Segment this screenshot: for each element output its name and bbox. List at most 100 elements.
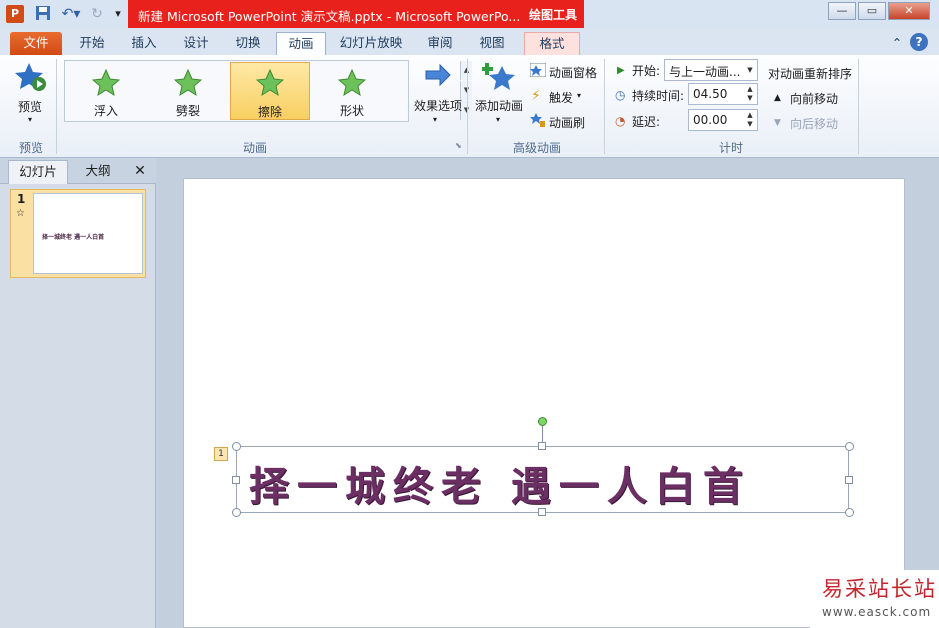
powerpoint-app-icon[interactable]: P xyxy=(6,5,24,23)
resize-handle-bottom-left[interactable] xyxy=(232,508,241,517)
trigger-dropdown-icon[interactable]: ▾ xyxy=(577,91,581,100)
delay-label: 延迟: xyxy=(632,115,661,129)
group-divider xyxy=(858,59,859,154)
animation-label: 擦除 xyxy=(257,105,282,119)
animation-label: 劈裂 xyxy=(175,104,200,118)
preview-button[interactable]: 预览 xyxy=(18,98,42,115)
tab-file[interactable]: 文件 xyxy=(10,32,62,55)
chevron-down-icon: ▼ xyxy=(747,66,753,74)
tab-design[interactable]: 设计 xyxy=(172,32,220,55)
delay-stepper[interactable]: 00.00 ▲ ▼ xyxy=(688,109,758,131)
maximize-button[interactable]: ▭ xyxy=(858,2,886,20)
add-animation-button[interactable]: 添加动画 xyxy=(475,97,523,114)
slide-canvas[interactable] xyxy=(183,178,905,628)
delay-icon: ◔ xyxy=(615,114,626,128)
stepper-up-icon[interactable]: ▲ xyxy=(745,85,755,94)
animation-wipe-selected[interactable]: 擦除 xyxy=(230,62,310,120)
group-label-animation: 动画 xyxy=(242,141,267,155)
group-label-advanced-animation: 高级动画 xyxy=(512,141,561,155)
animation-gallery: 浮入 劈裂 擦除 形状 ▲ ▼ ▼ xyxy=(64,60,472,122)
group-label-timing: 计时 xyxy=(718,141,743,155)
preview-dropdown-icon[interactable]: ▾ xyxy=(28,115,32,124)
animation-label: 浮入 xyxy=(93,104,118,118)
gallery-scroll-up-icon[interactable]: ▲ xyxy=(460,61,472,80)
redo-icon[interactable]: ↻ xyxy=(88,5,106,23)
preview-star-icon[interactable] xyxy=(14,61,48,93)
duration-label: 持续时间: xyxy=(632,89,685,103)
group-divider xyxy=(56,59,57,154)
triangle-up-icon: ▲ xyxy=(774,93,781,103)
help-icon[interactable]: ? xyxy=(910,33,928,51)
ribbon: 预览 ▾ 预览 浮入 劈裂 擦除 形状 ▲ ▼ ▼ 效果选项 ▾ 动画 ⬊ 添 xyxy=(0,55,939,158)
animation-order-tag[interactable]: 1 xyxy=(214,447,228,461)
tab-animations[interactable]: 动画 xyxy=(276,32,326,55)
move-later-button[interactable]: 向后移动 xyxy=(790,115,838,132)
resize-handle-right[interactable] xyxy=(845,476,853,484)
customize-qat-icon[interactable]: ▾ xyxy=(112,5,124,23)
window-title: 新建 Microsoft PowerPoint 演示文稿.pptx - Micr… xyxy=(138,9,521,24)
tab-view[interactable]: 视图 xyxy=(468,32,516,55)
resize-handle-top-right[interactable] xyxy=(845,442,854,451)
lightning-icon: ⚡ xyxy=(531,88,541,104)
add-animation-icon[interactable] xyxy=(481,60,516,94)
drawing-tools-contextual-label: 绘图工具 xyxy=(522,0,584,28)
tab-outline[interactable]: 大纲 xyxy=(72,160,124,184)
close-pane-icon[interactable]: ✕ xyxy=(128,160,152,184)
tab-transitions[interactable]: 切换 xyxy=(224,32,272,55)
save-icon[interactable] xyxy=(34,5,52,23)
delay-value: 00.00 xyxy=(693,113,728,127)
animation-painter-icon xyxy=(530,113,546,130)
trigger-button[interactable]: 触发 xyxy=(549,89,573,106)
group-divider xyxy=(604,59,605,154)
ribbon-tabs: 文件 开始 插入 设计 切换 动画 幻灯片放映 审阅 视图 格式 ⌃ ? xyxy=(0,28,939,55)
slide-number: 1 xyxy=(17,192,26,206)
animation-pane-button[interactable]: 动画窗格 xyxy=(549,64,597,81)
slides-pane: 幻灯片 大纲 ✕ 1 ☆ 择一城终老 遇一人白首 xyxy=(0,158,156,628)
animation-split[interactable]: 劈裂 xyxy=(148,62,228,120)
add-animation-dropdown-icon[interactable]: ▾ xyxy=(496,115,500,124)
tab-insert[interactable]: 插入 xyxy=(120,32,168,55)
dialog-launcher-icon[interactable]: ⬊ xyxy=(455,141,462,150)
triangle-down-icon: ▼ xyxy=(774,118,781,128)
animation-shape[interactable]: 形状 xyxy=(312,62,392,120)
undo-icon[interactable]: ↶▾ xyxy=(58,5,84,23)
thumbnail-text: 择一城终老 遇一人白首 xyxy=(42,234,105,241)
tab-format[interactable]: 格式 xyxy=(524,32,580,55)
clock-icon: ◷ xyxy=(615,88,626,102)
tab-slides[interactable]: 幻灯片 xyxy=(8,160,68,184)
slide-thumbnail[interactable]: 择一城终老 遇一人白首 xyxy=(33,193,143,274)
reorder-animation-title: 对动画重新排序 xyxy=(768,67,853,81)
effect-options-dropdown-icon[interactable]: ▾ xyxy=(433,115,437,124)
slide-thumbnail-item[interactable]: 1 ☆ 择一城终老 遇一人白首 xyxy=(10,189,146,278)
duration-value: 04.50 xyxy=(693,87,728,101)
minimize-button[interactable]: — xyxy=(828,2,856,20)
start-dropdown-value: 与上一动画... xyxy=(669,65,741,79)
start-play-icon: ▶ xyxy=(617,65,625,76)
start-dropdown[interactable]: 与上一动画... ▼ xyxy=(664,59,758,81)
tab-home[interactable]: 开始 xyxy=(68,32,116,55)
duration-stepper[interactable]: 04.50 ▲ ▼ xyxy=(688,83,758,105)
watermark-title: 易采站长站 xyxy=(822,577,937,601)
animation-marker-icon: ☆ xyxy=(16,208,25,219)
move-earlier-button[interactable]: 向前移动 xyxy=(790,90,838,107)
stepper-down-icon[interactable]: ▼ xyxy=(745,94,755,103)
minimize-ribbon-icon[interactable]: ⌃ xyxy=(888,32,906,55)
tab-slide-show[interactable]: 幻灯片放映 xyxy=(332,32,410,55)
animation-label: 形状 xyxy=(339,104,364,118)
group-label-preview: 预览 xyxy=(18,141,43,155)
close-button[interactable]: ✕ xyxy=(888,2,930,20)
slide-title-text[interactable]: 择一城终老 遇一人白首 xyxy=(249,454,751,512)
animation-float-in[interactable]: 浮入 xyxy=(66,62,146,120)
resize-handle-top[interactable] xyxy=(538,442,546,450)
tab-review[interactable]: 审阅 xyxy=(416,32,464,55)
stepper-down-icon[interactable]: ▼ xyxy=(745,120,755,129)
start-label: 开始: xyxy=(632,64,661,78)
stepper-up-icon[interactable]: ▲ xyxy=(745,111,755,120)
resize-handle-top-left[interactable] xyxy=(232,442,241,451)
effect-options-button[interactable]: 效果选项 xyxy=(414,97,462,114)
resize-handle-left[interactable] xyxy=(232,476,240,484)
rotation-handle[interactable] xyxy=(538,417,547,426)
effect-options-arrow-icon[interactable] xyxy=(424,63,452,87)
resize-handle-bottom-right[interactable] xyxy=(845,508,854,517)
animation-painter-button[interactable]: 动画刷 xyxy=(549,114,585,131)
